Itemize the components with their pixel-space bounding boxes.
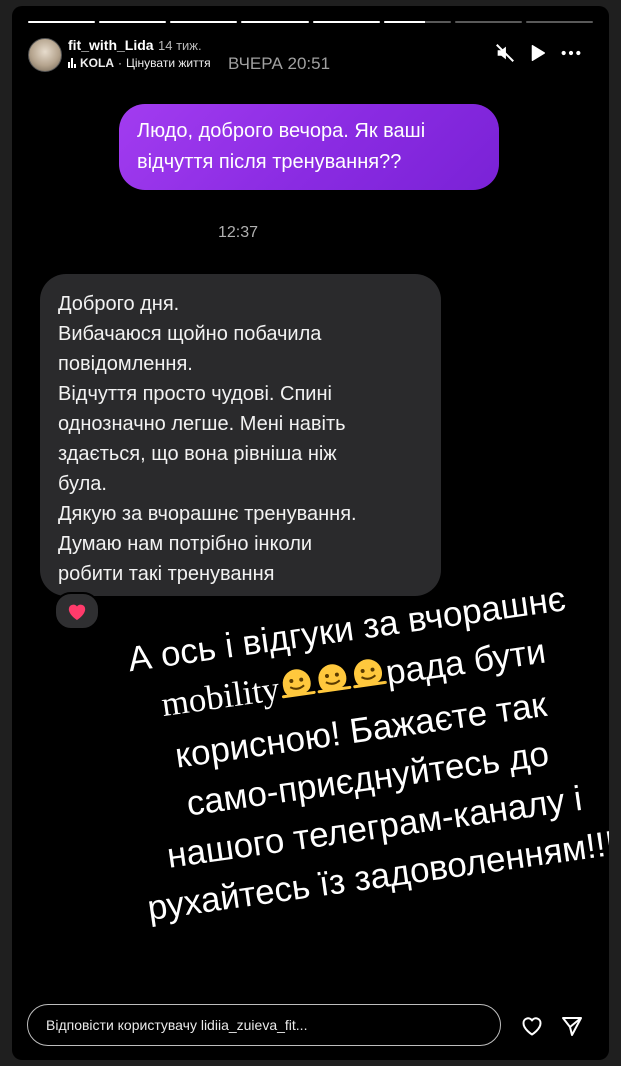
progress-segment <box>525 21 593 23</box>
incoming-line: робити такі тренування <box>58 563 275 585</box>
incoming-line: Вибачаюся щойно побачила <box>58 323 322 345</box>
progress-fill <box>383 21 426 23</box>
music-separator: · <box>118 56 122 70</box>
incoming-line: Думаю нам потрібно інколи <box>58 533 313 555</box>
story-viewer: fit_with_Lida 14 тиж. KOLA · Цінувати жи… <box>12 6 609 1060</box>
message-timestamp: 12:37 <box>218 224 259 241</box>
reply-placeholder: Відповісти користувачу lidiia_zuieva_fit… <box>46 1017 308 1033</box>
heart-icon[interactable] <box>520 1014 544 1038</box>
progress-fill <box>170 21 238 23</box>
more-dots-icon[interactable] <box>560 42 582 64</box>
story-caption: А ось і відгуки за вчорашнє mobilityрада… <box>66 566 609 939</box>
incoming-line: Відчуття просто чудові. Спині <box>58 383 332 405</box>
progress-segment <box>170 21 238 23</box>
progress-segment <box>454 21 522 23</box>
caption-mobility: mobility <box>158 668 282 725</box>
music-artist: KOLA <box>80 56 114 70</box>
incoming-line: однозначно легше. Мені навіть <box>58 413 346 435</box>
music-song: Цінувати життя <box>126 56 211 70</box>
progress-fill <box>241 21 309 23</box>
play-icon[interactable] <box>526 42 548 64</box>
progress-segment <box>28 21 96 23</box>
incoming-message: Доброго дня. Вибачаюся щойно побачила по… <box>40 274 441 596</box>
chat-date-header: ВЧЕРА 20:51 <box>228 54 331 73</box>
progress-segment <box>241 21 309 23</box>
progress-fill <box>99 21 167 23</box>
story-progress-bar <box>28 21 593 24</box>
story-username[interactable]: fit_with_Lida <box>68 37 154 53</box>
music-bars-icon <box>68 58 76 68</box>
progress-fill <box>28 21 96 23</box>
progress-segment <box>312 21 380 23</box>
incoming-line: повідомлення. <box>58 353 193 375</box>
incoming-line: здається, що вона рівніша ніж <box>58 443 337 465</box>
story-time-ago: 14 тиж. <box>158 38 202 53</box>
music-attribution[interactable]: KOLA · Цінувати життя <box>68 56 211 70</box>
progress-fill <box>312 21 380 23</box>
incoming-line: Дякую за вчорашнє тренування. <box>58 503 357 525</box>
incoming-line: була. <box>58 473 107 495</box>
outgoing-message: Людо, доброго вечора. Як ваші відчуття п… <box>119 104 499 190</box>
progress-segment <box>383 21 451 23</box>
reply-input[interactable]: Відповісти користувачу lidiia_zuieva_fit… <box>27 1004 501 1046</box>
heart-reaction-icon <box>54 592 100 630</box>
avatar[interactable] <box>28 38 62 72</box>
send-icon[interactable] <box>560 1014 584 1038</box>
progress-segment <box>99 21 167 23</box>
muted-speaker-icon[interactable] <box>494 42 516 64</box>
incoming-line: Доброго дня. <box>58 293 180 315</box>
